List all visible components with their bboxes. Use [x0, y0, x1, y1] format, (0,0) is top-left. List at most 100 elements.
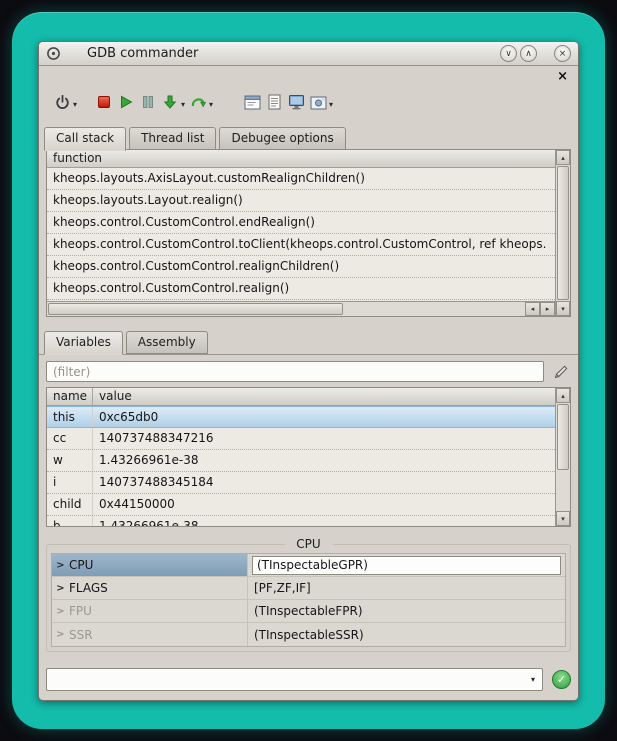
expand-icon[interactable]: >: [52, 560, 69, 571]
filter-options-button[interactable]: [551, 362, 571, 382]
window-title: GDB commander: [87, 46, 198, 61]
send-command-button[interactable]: ✓: [552, 670, 571, 689]
gdb-commander-window: GDB commander ∨ ∧ × × ▾: [38, 41, 579, 701]
call-list-icon: [267, 94, 282, 110]
vscroll-track[interactable]: [557, 166, 569, 300]
cpu-row-value-cell: (TInspectableSSR): [248, 623, 565, 646]
snapshot-dropdown-caret[interactable]: ▾: [329, 100, 333, 109]
tab-assembly[interactable]: Assembly: [126, 331, 208, 354]
stop-button[interactable]: [93, 89, 115, 115]
maximize-button[interactable]: ∧: [520, 45, 537, 62]
dock-header: ×: [39, 66, 578, 84]
variable-name: this: [47, 407, 93, 427]
chevron-down-icon[interactable]: ▾: [524, 675, 542, 684]
call-stack-frame[interactable]: kheops.control.CustomControl.realign(): [47, 278, 555, 300]
call-stack-frame[interactable]: kheops.control.CustomControl.toClient(kh…: [47, 234, 555, 256]
command-input[interactable]: [47, 669, 524, 690]
pause-icon: [141, 95, 155, 109]
cpu-row-name-cell: > SSR: [52, 623, 248, 646]
variable-value: 0xc65db0: [93, 407, 555, 427]
tab-debugee-options[interactable]: Debugee options: [219, 127, 345, 150]
snapshot-button[interactable]: [307, 89, 329, 115]
cpu-row-ssr[interactable]: > SSR (TInspectableSSR): [52, 623, 565, 646]
call-list-button[interactable]: [263, 89, 285, 115]
call-stack-frame[interactable]: kheops.layouts.AxisLayout.customRealignC…: [47, 168, 555, 190]
step-over-dropdown-caret[interactable]: ▾: [209, 100, 213, 109]
variable-row[interactable]: this 0xc65db0: [47, 406, 555, 428]
frame-view-icon: [244, 95, 261, 110]
expand-icon[interactable]: >: [52, 583, 69, 594]
vertical-scrollbar[interactable]: ▴ ▾: [555, 388, 570, 526]
call-stack-frame[interactable]: kheops.control.CustomControl.realignChil…: [47, 256, 555, 278]
power-button[interactable]: [51, 89, 73, 115]
scroll-left-button[interactable]: ◂: [525, 302, 540, 316]
step-into-dropdown-caret[interactable]: ▾: [181, 100, 185, 109]
power-dropdown-caret[interactable]: ▾: [73, 100, 77, 109]
scroll-down-button[interactable]: ▾: [556, 511, 570, 526]
tab-thread-list[interactable]: Thread list: [129, 127, 216, 150]
expand-icon[interactable]: >: [52, 629, 69, 640]
monitor-icon: [288, 94, 305, 110]
cpu-row-name-cell: > FPU: [52, 600, 248, 622]
hscroll-track[interactable]: [344, 302, 525, 316]
variable-row[interactable]: i 140737488345184: [47, 472, 555, 494]
expand-icon[interactable]: >: [52, 606, 69, 617]
variables-table: name value this 0xc65db0 cc 140737488347…: [47, 388, 555, 526]
run-button[interactable]: [115, 89, 137, 115]
scroll-up-button[interactable]: ▴: [556, 388, 570, 403]
cpu-row-value: (TInspectableFPR): [252, 604, 363, 618]
scroll-up-button[interactable]: ▴: [556, 150, 570, 165]
titlebar[interactable]: GDB commander ∨ ∧ ×: [39, 42, 578, 66]
filter-input[interactable]: [46, 361, 544, 382]
variable-row[interactable]: child 0x44150000: [47, 494, 555, 516]
cpu-row-flags[interactable]: > FLAGS [PF,ZF,IF]: [52, 577, 565, 600]
scroll-right-button[interactable]: ▸: [540, 302, 555, 316]
call-stack-frame[interactable]: kheops.control.CustomControl.endRealign(…: [47, 212, 555, 234]
command-combobox[interactable]: ▾: [46, 668, 543, 691]
column-header-value[interactable]: value: [93, 388, 138, 405]
variables-rows: this 0xc65db0 cc 140737488347216 w 1.432…: [47, 406, 555, 526]
call-stack-header: function: [47, 150, 555, 168]
variable-value: 140737488345184: [93, 472, 555, 493]
vscroll-thumb[interactable]: [557, 166, 569, 300]
cpu-value-editor[interactable]: (TInspectableGPR): [252, 556, 561, 575]
vertical-scrollbar[interactable]: ▴ ▾: [555, 150, 570, 316]
window-icon: [46, 46, 61, 61]
column-header-name[interactable]: name: [47, 388, 93, 405]
cpu-inspector-tree: > CPU (TInspectableGPR) > FLAGS [PF,ZF,I…: [51, 553, 566, 647]
column-header-function[interactable]: function: [47, 150, 108, 167]
vscroll-track[interactable]: [557, 404, 569, 510]
tab-call-stack[interactable]: Call stack: [44, 127, 126, 151]
dock-close-icon[interactable]: ×: [557, 70, 568, 83]
call-stack-frame[interactable]: kheops.layouts.Layout.realign(): [47, 190, 555, 212]
step-over-button[interactable]: [187, 89, 209, 115]
horizontal-scrollbar[interactable]: ◂ ▸: [47, 301, 555, 316]
variable-value: 140737488347216: [93, 428, 555, 449]
variable-value: 0x44150000: [93, 494, 555, 515]
hscroll-thumb[interactable]: [48, 303, 343, 315]
step-into-button[interactable]: [159, 89, 181, 115]
variable-row[interactable]: cc 140737488347216: [47, 428, 555, 450]
close-button[interactable]: ×: [554, 45, 571, 62]
monitor-button[interactable]: [285, 89, 307, 115]
tab-variables[interactable]: Variables: [44, 331, 123, 355]
power-icon: [54, 94, 71, 111]
cpu-row-gpr[interactable]: > CPU (TInspectableGPR): [52, 554, 565, 577]
frame-view-button[interactable]: [241, 89, 263, 115]
cpu-row-name-cell: > CPU: [52, 554, 248, 576]
top-tabbar: Call stack Thread list Debugee options: [39, 120, 578, 150]
cpu-row-name-cell: > FLAGS: [52, 577, 248, 599]
run-icon: [118, 94, 134, 110]
pause-button[interactable]: [137, 89, 159, 115]
cpu-row-fpu[interactable]: > FPU (TInspectableFPR): [52, 600, 565, 623]
vscroll-thumb[interactable]: [557, 404, 569, 470]
minimize-button[interactable]: ∨: [500, 45, 517, 62]
call-stack-list: function kheops.layouts.AxisLayout.custo…: [47, 150, 555, 316]
scroll-down-button[interactable]: ▾: [556, 301, 570, 316]
variable-row[interactable]: w 1.43266961e-38: [47, 450, 555, 472]
cpu-row-value-cell: (TInspectableGPR): [248, 554, 565, 576]
step-into-icon: [162, 94, 178, 110]
variable-row[interactable]: b 1.43266961e-38: [47, 516, 555, 526]
stop-icon: [98, 96, 110, 108]
cpu-row-name: FLAGS: [69, 581, 108, 595]
